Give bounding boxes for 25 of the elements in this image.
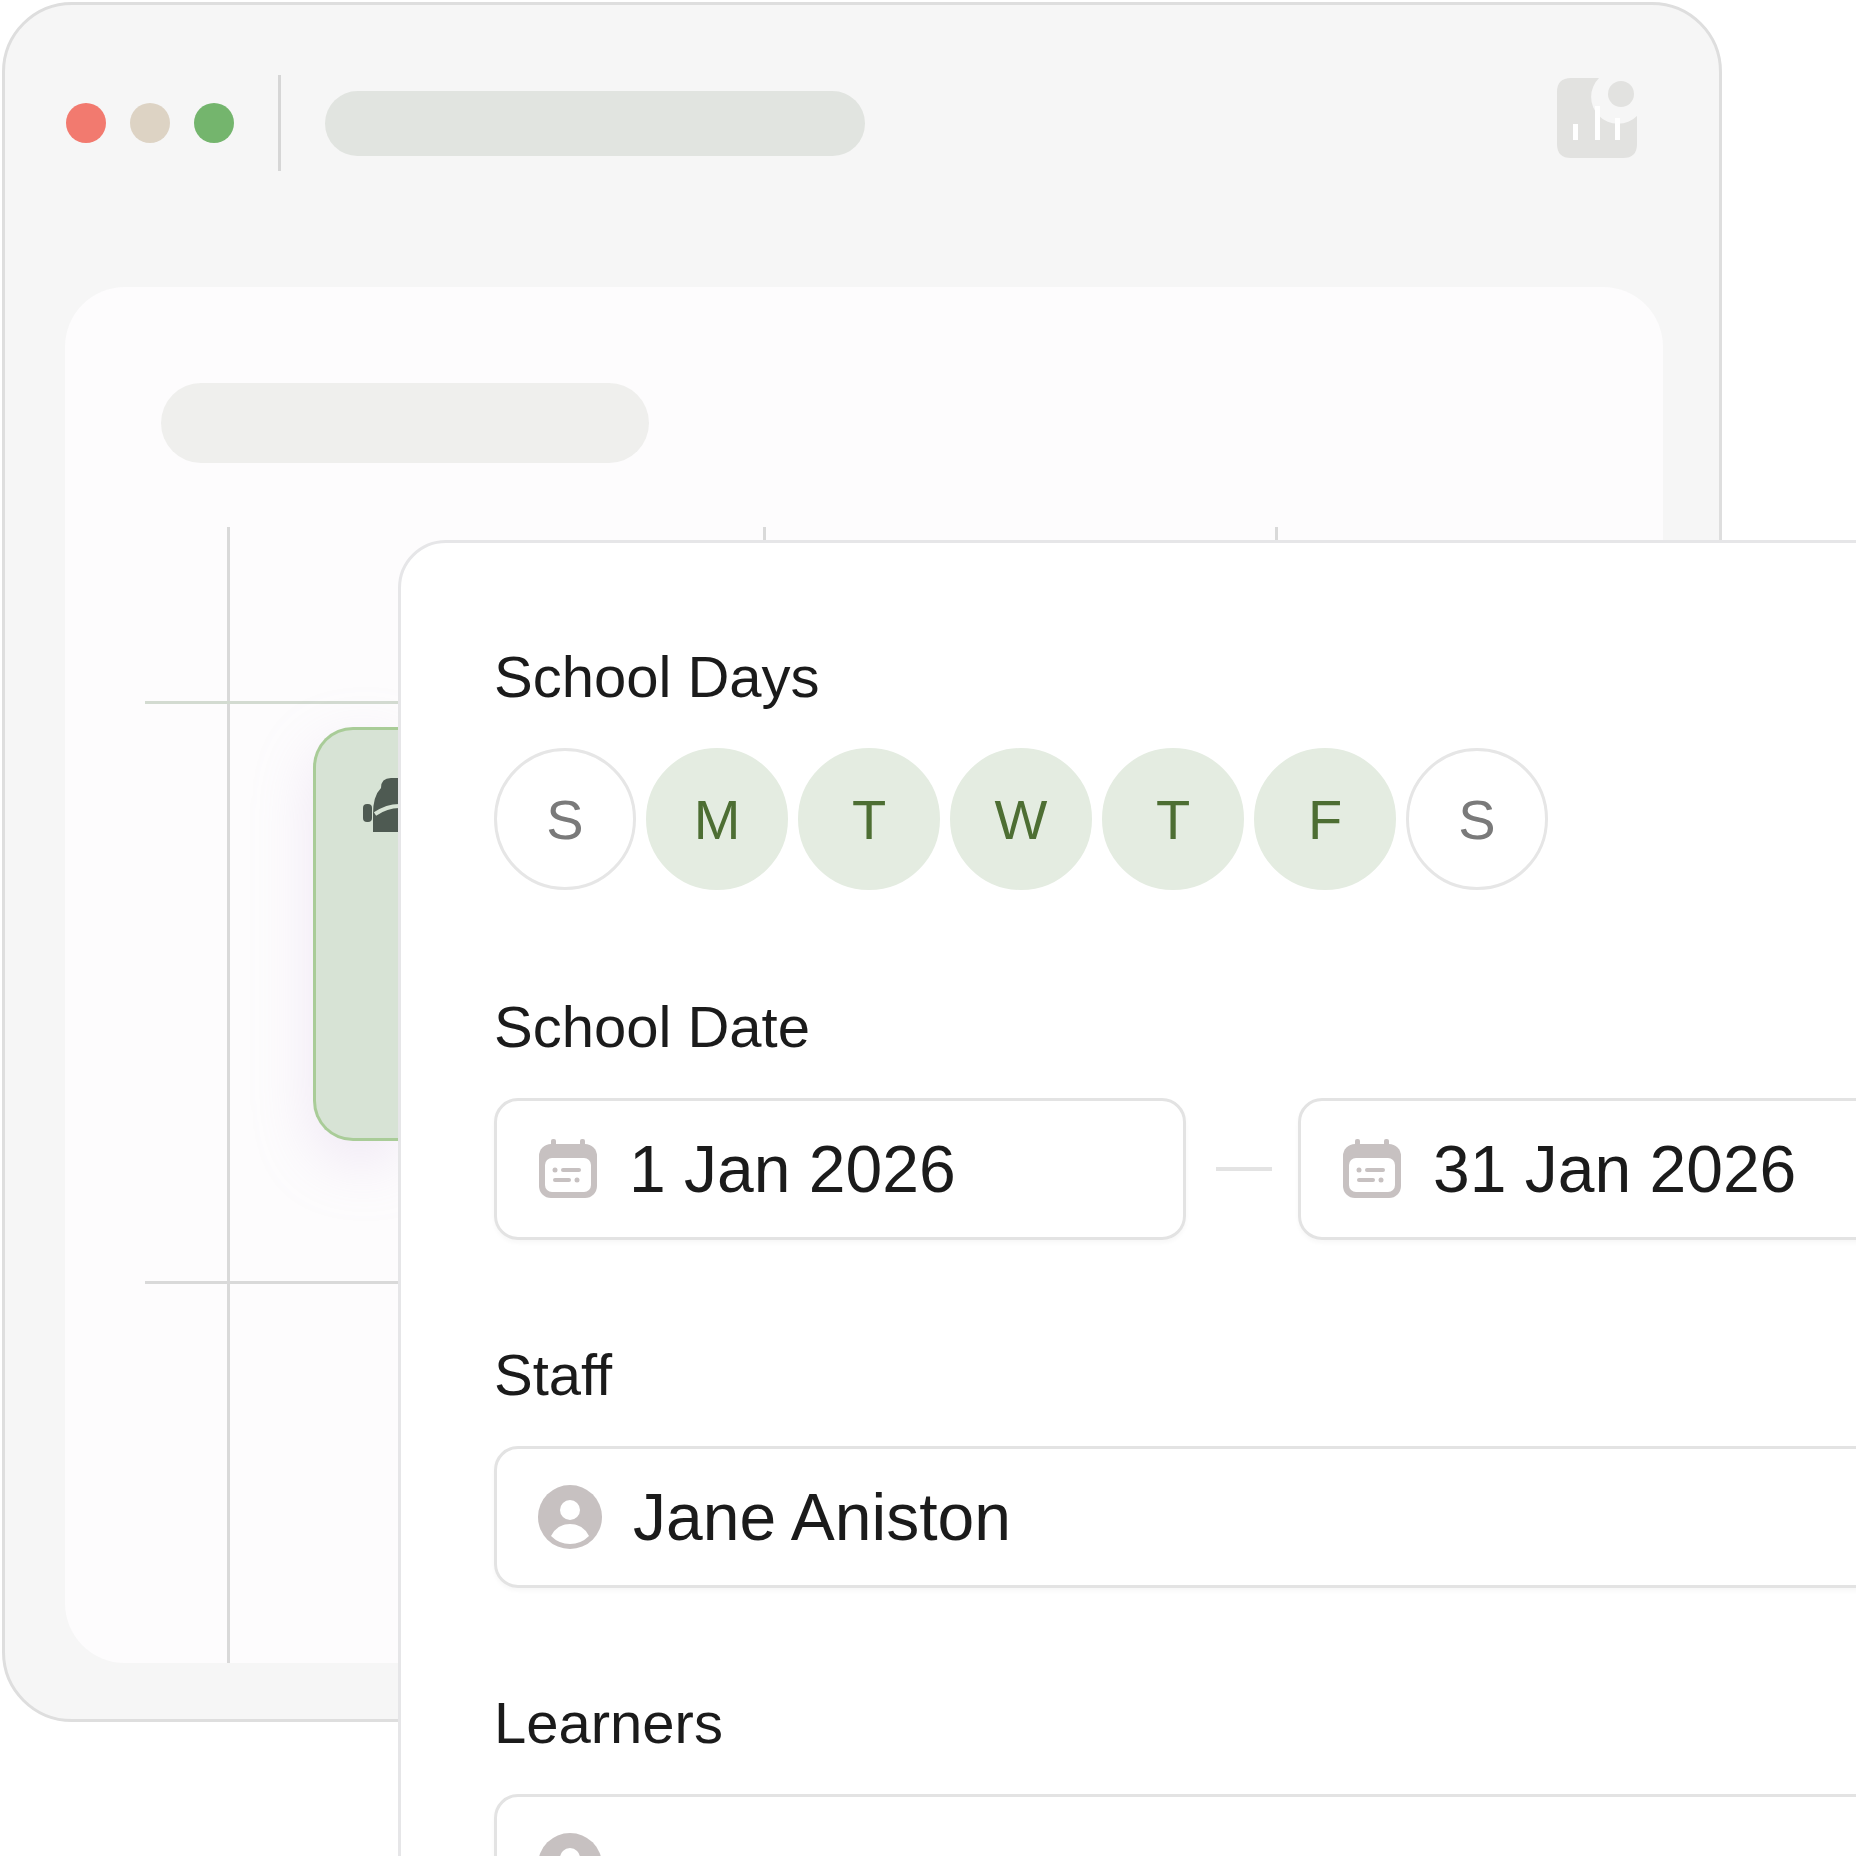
day-toggle[interactable]: M bbox=[646, 748, 788, 890]
event-card[interactable] bbox=[313, 727, 398, 1141]
section-label: Staff bbox=[494, 1341, 614, 1409]
calendar-icon bbox=[1341, 1138, 1403, 1200]
window-control[interactable] bbox=[194, 103, 234, 143]
section-label: School Date bbox=[494, 993, 811, 1061]
staff-field[interactable]: Jane Aniston bbox=[494, 1446, 1856, 1588]
avatar-icon bbox=[537, 1484, 603, 1550]
date-field[interactable]: 1 Jan 2026 bbox=[494, 1098, 1186, 1240]
day-toggle[interactable]: T bbox=[798, 748, 940, 890]
date-field[interactable]: 31 Jan 2026 bbox=[1298, 1098, 1856, 1240]
date-value: 1 Jan 2026 bbox=[629, 1131, 956, 1207]
day-toggle[interactable]: S bbox=[494, 748, 636, 890]
date-value: 31 Jan 2026 bbox=[1433, 1131, 1797, 1207]
day-toggle[interactable]: S bbox=[1406, 748, 1548, 890]
window-control[interactable] bbox=[66, 103, 106, 143]
calendar-icon bbox=[537, 1138, 599, 1200]
day-toggle[interactable]: T bbox=[1102, 748, 1244, 890]
chart-notification-icon[interactable] bbox=[1555, 76, 1639, 160]
section-label: School Days bbox=[494, 643, 821, 711]
section-label: Learners bbox=[494, 1689, 724, 1757]
staff-name: Jane Aniston bbox=[633, 1479, 1011, 1555]
day-toggle[interactable]: W bbox=[950, 748, 1092, 890]
window-control[interactable] bbox=[130, 103, 170, 143]
day-toggle[interactable]: F bbox=[1254, 748, 1396, 890]
